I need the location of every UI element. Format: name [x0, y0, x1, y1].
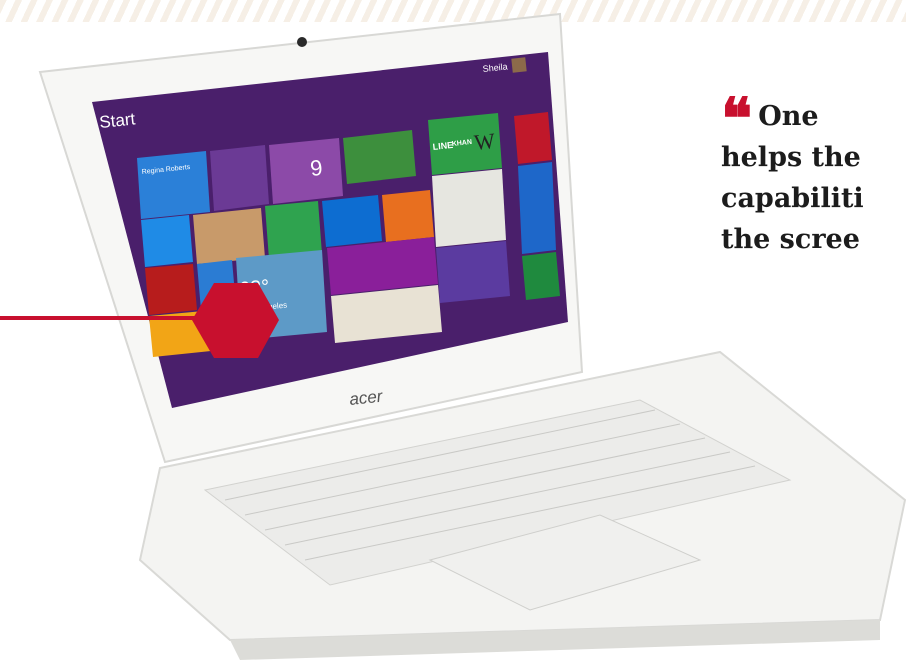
quote-line-3: capabiliti	[721, 183, 864, 214]
quote-line-2: helps the	[721, 142, 861, 173]
tile-skype	[141, 215, 193, 267]
calendar-day: 9	[309, 155, 324, 181]
brand-logo: acer	[348, 386, 384, 408]
tile-line-label: LINE	[432, 140, 453, 152]
start-label: Start	[98, 109, 136, 132]
tile-ie	[322, 195, 382, 247]
quote-line-1: ❝ One	[721, 96, 906, 148]
pull-quote: ❝ One helps the capabiliti the scree	[721, 96, 906, 260]
quote-line-4: the scree	[721, 224, 860, 255]
user-avatar	[511, 57, 527, 73]
webcam	[297, 37, 307, 47]
tile-wiki-label: W	[473, 128, 496, 155]
tile-calendar	[269, 138, 343, 204]
tile-people	[137, 151, 210, 219]
tile-photos	[193, 208, 265, 264]
